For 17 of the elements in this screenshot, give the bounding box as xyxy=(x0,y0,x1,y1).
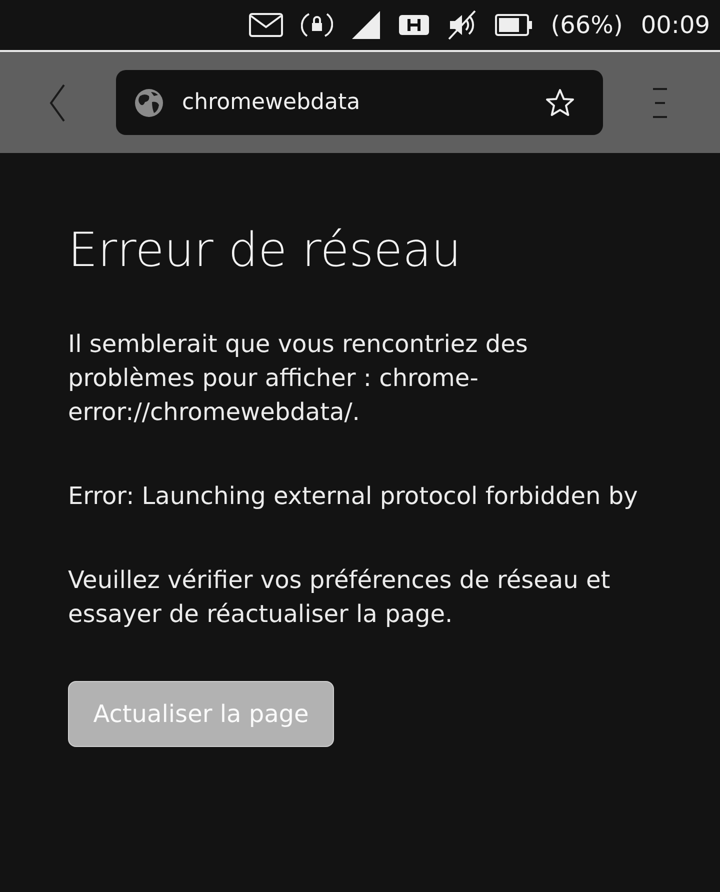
muted-speaker-icon[interactable] xyxy=(446,10,477,40)
globe-icon xyxy=(134,88,164,118)
error-message: Il semblerait que vous rencontriez des problèmes pour afficher : chrome-error://chromewebdata/. xyxy=(68,329,529,428)
network-type-icon[interactable] xyxy=(398,15,429,35)
error-message: Veuillez vérifier vos préférences de réseau et essayer de réactualiser la page. xyxy=(68,565,612,630)
mail-icon[interactable] xyxy=(248,13,283,37)
address-text: chromewebdata xyxy=(182,90,362,115)
error-message: Error: Launching external protocol forbidden by xyxy=(68,481,639,512)
signal-icon[interactable] xyxy=(350,10,381,40)
menu-icon[interactable] xyxy=(653,88,667,118)
error-title: Erreur de réseau xyxy=(68,223,462,280)
star-icon[interactable] xyxy=(545,88,575,118)
battery-percent: (66%) xyxy=(550,11,623,39)
battery-icon[interactable] xyxy=(494,14,533,36)
address-bar[interactable]: chromewebdata xyxy=(116,70,603,135)
back-icon[interactable] xyxy=(48,82,66,122)
clock-time: 00:09 xyxy=(640,11,710,39)
